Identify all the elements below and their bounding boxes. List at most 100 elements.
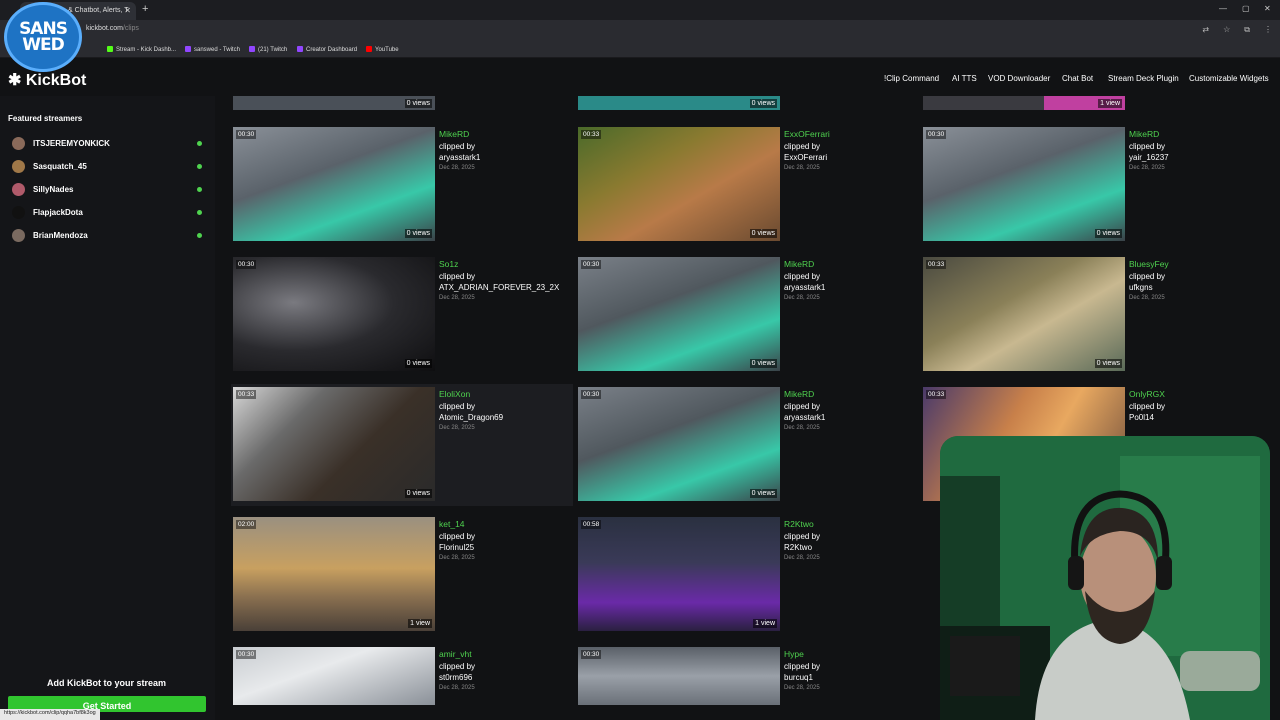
clip-card-hovered[interactable]: 00:33 0 views EloliXon clipped by Atomic_… [231,384,573,506]
tab-title: & Chatbot, Alerts, T [68,7,129,14]
streamer-name: BrianMendoza [33,231,88,240]
clip-streamer-link[interactable]: MikeRD [784,389,814,399]
live-indicator [197,141,202,146]
bookmark-label: Stream - Kick Dashb... [116,47,177,53]
clip-thumbnail[interactable]: 00:33 0 views [923,257,1125,371]
nav-clip-command[interactable]: !Clip Command [884,74,939,83]
clip-thumbnail[interactable]: 00:58 1 view [578,517,780,631]
clip-views: 0 views [404,229,432,238]
clipper-name: ufkgns [1129,283,1153,292]
clipped-by-label: clipped by [784,142,821,151]
clip-streamer-link[interactable]: ket_14 [439,519,465,529]
clip-streamer-link[interactable]: amir_vht [439,649,472,659]
clip-thumbnail[interactable]: 00:30 0 views [578,387,780,501]
clip-streamer-link[interactable]: ExxOFerrari [784,129,830,139]
clip-card[interactable]: 00:30 amir_vht clipped by st0rm696 Dec 2… [233,647,573,705]
clip-card[interactable]: 00:33 0 views BluesyFey clipped by ufkgns… [923,257,1263,373]
close-window-icon[interactable]: ✕ [1264,4,1271,13]
webcam-feed-image [940,436,1270,720]
avatar [12,137,25,150]
streamer-item[interactable]: SillyNades [12,182,204,198]
bookmark-2[interactable]: (21) Twitch [249,46,287,53]
clip-thumbnail[interactable]: 00:30 0 views [923,127,1125,241]
live-indicator [197,187,202,192]
clip-streamer-link[interactable]: EloliXon [439,389,470,399]
maximize-icon[interactable]: ▢ [1242,4,1250,13]
nav-customizable-widgets[interactable]: Customizable Widgets [1189,74,1269,83]
extensions-icon[interactable]: ⧉ [1244,25,1250,35]
clip-streamer-link[interactable]: MikeRD [1129,129,1159,139]
live-indicator [197,210,202,215]
nav-vod-downloader[interactable]: VOD Downloader [988,74,1050,83]
nav-ai-tts[interactable]: AI TTS [952,74,977,83]
clip-thumbnail[interactable]: 00:33 0 views [578,127,780,241]
nav-stream-deck-plugin[interactable]: Stream Deck Plugin [1108,74,1179,83]
clip-thumbnail[interactable]: 02:00 1 view [233,517,435,631]
clip-date: Dec 28, 2025 [784,555,820,561]
clip-thumbnail[interactable]: 00:30 0 views [233,257,435,371]
bookmark-1[interactable]: sanswed - Twitch [185,46,240,53]
channel-badge-logo: SANS WED [4,2,82,72]
clip-thumbnail[interactable]: 00:30 [578,647,780,705]
clip-streamer-link[interactable]: BluesyFey [1129,259,1169,269]
clipped-by-label: clipped by [784,272,821,281]
clip-card[interactable]: 00:30 Hype clipped by burcuq1 Dec 28, 20… [578,647,918,705]
menu-icon[interactable]: ⋮ [1264,25,1272,35]
new-tab-icon[interactable]: + [142,3,148,15]
clip-duration: 00:30 [581,650,602,659]
kick-icon [107,46,113,52]
clip-thumbnail[interactable]: 00:30 0 views [233,127,435,241]
translate-icon[interactable]: ⇄ [1202,25,1209,35]
clip-date: Dec 28, 2025 [1129,165,1165,171]
clip-duration: 02:00 [236,520,257,529]
clip-thumbnail-partial[interactable]: 0 views [578,96,780,110]
clip-card[interactable]: 00:33 0 views ExxOFerrari clipped by ExxO… [578,127,918,243]
clip-card[interactable]: 00:30 0 views MikeRD clipped by aryasstar… [578,257,918,373]
clip-duration: 00:30 [581,390,602,399]
clip-views: 0 views [749,359,777,368]
streamer-item[interactable]: FlapjackDota [12,205,204,221]
clip-streamer-link[interactable]: So1z [439,259,458,269]
streamer-item[interactable]: Sasquatch_45 [12,159,204,175]
clip-card[interactable]: 00:58 1 view R2Ktwo clipped by R2Ktwo Dec… [578,517,918,633]
clip-thumbnail[interactable]: 00:30 [233,647,435,705]
clip-thumbnail-partial[interactable]: 0 views [233,96,435,110]
clipper-name: burcuq1 [784,673,813,682]
clip-streamer-link[interactable]: MikeRD [439,129,469,139]
clip-card[interactable]: 00:30 0 views MikeRD clipped by aryasstar… [578,387,918,503]
clip-streamer-link[interactable]: Hype [784,649,804,659]
clip-date: Dec 28, 2025 [784,165,820,171]
clip-streamer-link[interactable]: OnlyRGX [1129,389,1165,399]
clip-streamer-link[interactable]: MikeRD [784,259,814,269]
clip-views: 0 views [1094,229,1122,238]
clip-card[interactable]: 00:30 0 views So1z clipped by ATX_ADRIAN_… [233,257,573,373]
url-field[interactable]: kickbot.com/clips [86,25,139,32]
clip-thumbnail-partial[interactable]: 1 view [923,96,1125,110]
streamer-item[interactable]: BrianMendoza [12,228,204,244]
star-icon[interactable]: ☆ [1223,25,1230,35]
clip-date: Dec 28, 2025 [784,295,820,301]
url-host: kickbot.com [86,25,123,32]
url-path: /clips [122,25,139,32]
kickbot-logo[interactable]: ✱ KickBot [8,70,86,90]
bookmark-4[interactable]: YouTube [366,46,399,53]
bookmark-0[interactable]: Stream - Kick Dashb... [107,46,176,53]
clip-thumbnail[interactable]: 00:30 0 views [578,257,780,371]
nav-chat-bot[interactable]: Chat Bot [1062,74,1093,83]
clip-card[interactable]: 02:00 1 view ket_14 clipped by Florinul25… [233,517,573,633]
clip-card[interactable]: 00:30 0 views MikeRD clipped by aryasstar… [233,127,573,243]
clip-thumbnail[interactable]: 00:33 0 views [233,387,435,501]
minimize-icon[interactable]: — [1219,4,1227,13]
clipper-name: ATX_ADRIAN_FOREVER_23_2X [439,283,560,292]
clipper-name: aryasstark1 [784,283,826,292]
clipper-name: aryasstark1 [439,153,481,162]
close-tab-icon[interactable]: ✕ [124,6,131,15]
streamer-item[interactable]: ITSJEREMYONKICK [12,136,204,152]
clip-views: 0 views [749,99,777,108]
bookmark-3[interactable]: Creator Dashboard [297,46,357,53]
clip-card[interactable]: 00:30 0 views MikeRD clipped by yair_1623… [923,127,1263,243]
clip-date: Dec 28, 2025 [784,425,820,431]
paw-icon: ✱ [8,72,22,89]
clip-streamer-link[interactable]: R2Ktwo [784,519,814,529]
clipped-by-label: clipped by [439,402,476,411]
